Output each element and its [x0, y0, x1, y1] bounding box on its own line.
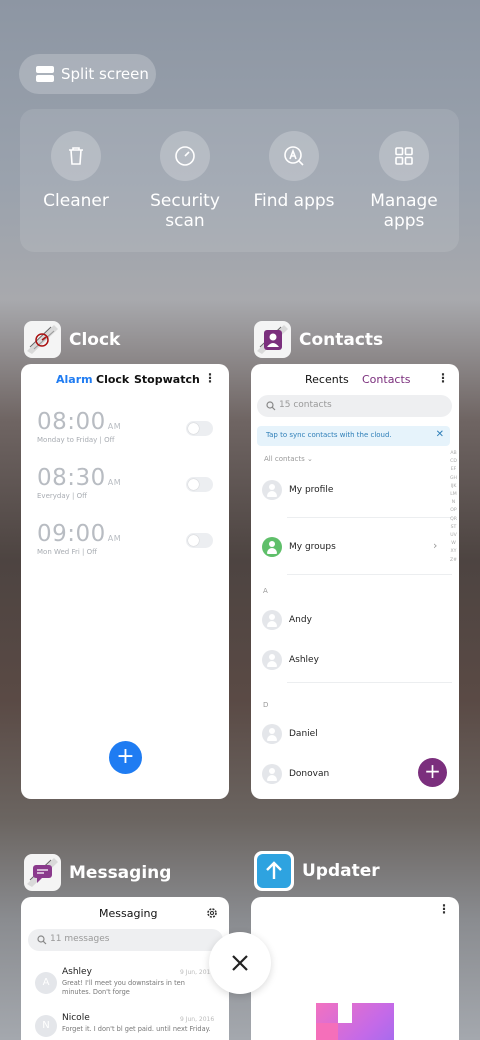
search-placeholder: 11 messages [50, 934, 110, 944]
add-alarm-button[interactable]: + [109, 741, 142, 774]
security-scan-button[interactable]: Security scan [135, 131, 235, 231]
clock-app-title: Clock [69, 329, 121, 350]
chevron-down-icon: ⌄ [306, 455, 313, 463]
message-thread-item[interactable]: A Ashley 9 Jun, 2016 Great! I'll meet yo… [21, 963, 229, 1003]
updater-app-card[interactable]: ⋮ [251, 897, 459, 1040]
close-icon [232, 955, 248, 971]
updater-app-header[interactable]: Updater [254, 851, 380, 891]
thread-preview: Forget it. I don't bl get paid. until ne… [62, 1025, 211, 1033]
my-groups-item[interactable]: My groups [289, 542, 336, 552]
contact-item[interactable]: Donovan [289, 769, 329, 779]
search-icon [266, 401, 276, 411]
find-apps-label: Find apps [253, 191, 335, 211]
section-letter: A [263, 587, 268, 595]
manage-apps-icon [379, 131, 429, 181]
divider [287, 682, 452, 683]
clock-app-header[interactable]: Clock [24, 321, 120, 358]
add-contact-button[interactable]: + [418, 758, 447, 787]
manage-apps-label: Manage apps [370, 191, 438, 231]
messaging-app-title: Messaging [69, 862, 172, 883]
search-placeholder: 15 contacts [279, 400, 332, 410]
avatar [262, 480, 282, 500]
contacts-app-icon [254, 321, 291, 358]
trash-icon [51, 131, 101, 181]
sync-banner-text: Tap to sync contacts with the cloud. [266, 431, 392, 439]
contacts-filter[interactable]: All contacts ⌄ [264, 455, 313, 463]
alphabet-index[interactable]: ABCDEFGHIJKLMNOPQRSTUVWXYZ# [450, 450, 457, 565]
upload-arrow-icon [257, 854, 291, 888]
cleaner-button[interactable]: Cleaner [26, 131, 126, 211]
alarm-item[interactable]: 08:30 AM Everyday | Off [37, 465, 213, 500]
alarm-item[interactable]: 09:00 AM Mon Wed Fri | Off [37, 521, 213, 556]
manage-apps-button[interactable]: Manage apps [354, 131, 454, 231]
tab-clock[interactable]: Clock [96, 373, 129, 386]
alarm-toggle[interactable] [186, 421, 213, 436]
version-logo-graphic [316, 1003, 394, 1040]
messaging-header: Messaging [99, 907, 158, 920]
messaging-app-header[interactable]: Messaging [24, 854, 171, 891]
contact-item[interactable]: Daniel [289, 729, 318, 739]
avatar [262, 650, 282, 670]
close-all-button[interactable] [209, 932, 271, 994]
contacts-search-field[interactable]: 15 contacts [257, 395, 452, 417]
find-apps-icon [269, 131, 319, 181]
more-options-icon[interactable]: ⋮ [437, 371, 449, 385]
alarm-days: Monday to Friday | Off [37, 436, 115, 444]
avatar: N [35, 1015, 57, 1037]
thread-sender: Nicole [62, 1013, 90, 1023]
thread-sender: Ashley [62, 967, 92, 977]
cleaner-label: Cleaner [43, 191, 109, 211]
divider [287, 574, 452, 575]
search-icon [37, 935, 47, 945]
settings-gear-icon[interactable] [206, 907, 218, 919]
contacts-app-card[interactable]: Recents Contacts ⋮ 15 contacts Tap to sy… [251, 364, 459, 799]
avatar [262, 764, 282, 784]
clock-app-icon [24, 321, 61, 358]
avatar: A [35, 972, 57, 994]
messages-search-field[interactable]: 11 messages [28, 929, 223, 951]
chevron-right-icon: › [433, 539, 438, 552]
avatar [262, 724, 282, 744]
security-scan-icon [160, 131, 210, 181]
messaging-app-icon [24, 854, 61, 891]
message-thread-item[interactable]: N Nicole 9 Jun, 2016 Forget it. I don't … [21, 1011, 229, 1040]
tab-recents[interactable]: Recents [305, 373, 349, 386]
split-screen-button[interactable]: Split screen [19, 54, 156, 94]
alarm-toggle[interactable] [186, 477, 213, 492]
sync-banner[interactable]: Tap to sync contacts with the cloud. ✕ [257, 426, 450, 446]
alarm-item[interactable]: 08:00 AM Monday to Friday | Off [37, 409, 213, 444]
split-screen-label: Split screen [61, 65, 149, 83]
updater-app-title: Updater [302, 861, 380, 881]
contact-item[interactable]: Andy [289, 615, 312, 625]
alarm-toggle[interactable] [186, 533, 213, 548]
close-icon[interactable]: ✕ [436, 429, 444, 440]
groups-avatar [262, 537, 282, 557]
find-apps-button[interactable]: Find apps [244, 131, 344, 211]
tab-stopwatch[interactable]: Stopwatch [134, 373, 200, 386]
contacts-app-title: Contacts [299, 329, 384, 350]
updater-app-icon [254, 851, 294, 891]
alarm-days: Mon Wed Fri | Off [37, 548, 97, 556]
messaging-app-card[interactable]: Messaging 11 messages A Ashley 9 Jun, 20… [21, 897, 229, 1040]
quick-tools-panel: Cleaner Security scan Find apps Manage app… [20, 109, 459, 252]
clock-app-card[interactable]: Alarm Clock Stopwatch ⋮ 08:00 AM Monday t… [21, 364, 229, 799]
divider [287, 517, 452, 518]
contact-item[interactable]: Ashley [289, 655, 319, 665]
tab-alarm[interactable]: Alarm [56, 373, 93, 386]
split-screen-icon [36, 66, 54, 82]
more-options-icon[interactable]: ⋮ [438, 902, 450, 916]
my-profile-item[interactable]: My profile [289, 485, 333, 495]
section-letter: D [263, 701, 269, 709]
avatar [262, 610, 282, 630]
thread-preview: Great! I'll meet you downstairs in ten m… [62, 979, 185, 996]
thread-date: 9 Jun, 2016 [180, 1016, 215, 1023]
more-options-icon[interactable]: ⋮ [204, 371, 216, 385]
security-scan-label: Security scan [150, 191, 220, 231]
tab-contacts[interactable]: Contacts [362, 373, 411, 386]
contacts-app-header[interactable]: Contacts [254, 321, 383, 358]
alarm-days: Everyday | Off [37, 492, 87, 500]
